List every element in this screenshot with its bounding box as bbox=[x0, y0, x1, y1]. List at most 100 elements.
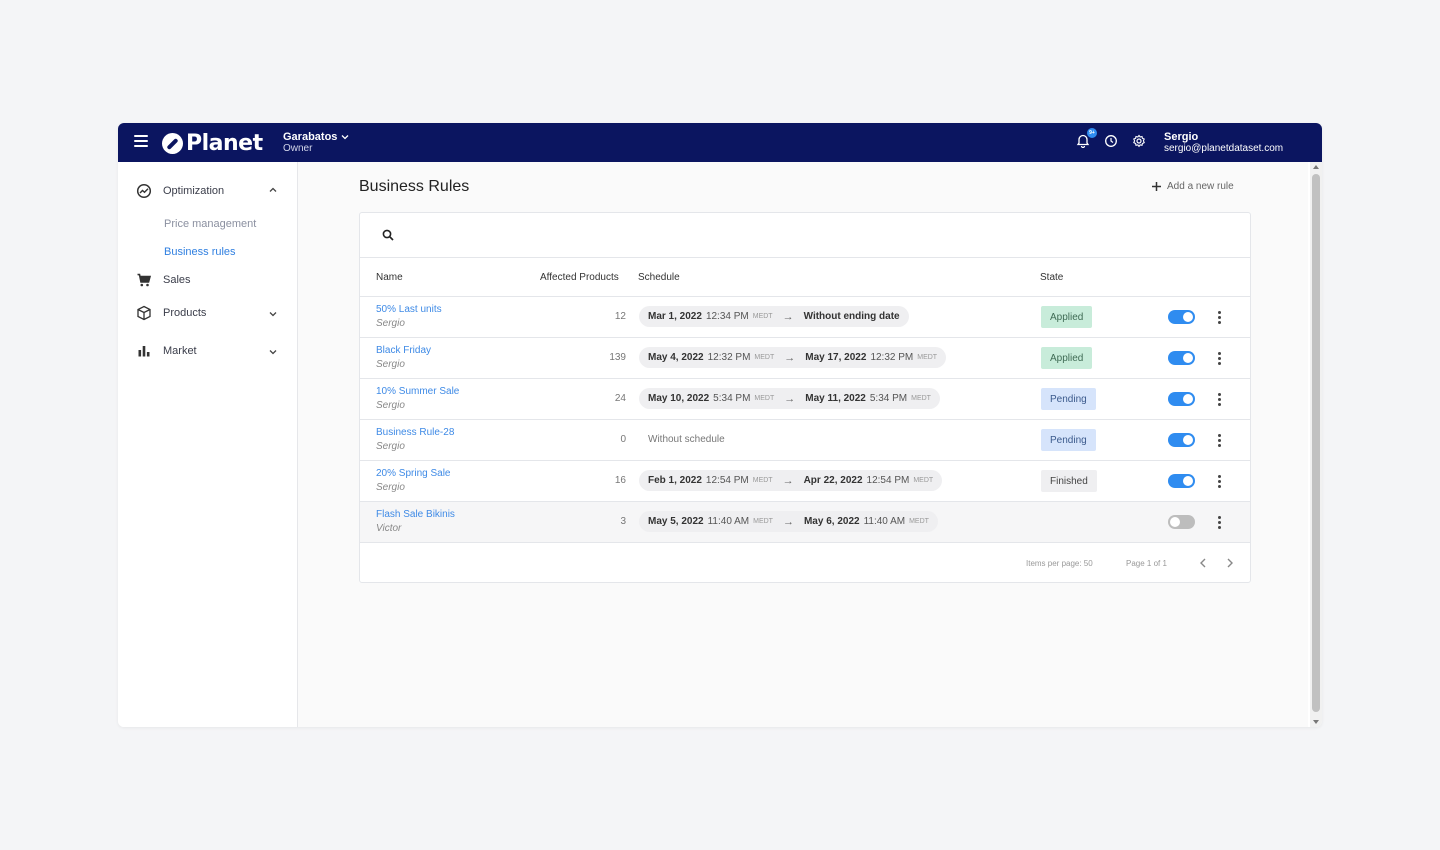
account-role: Owner bbox=[283, 143, 313, 154]
items-per-page[interactable]: Items per page: 50 bbox=[1026, 559, 1093, 568]
end-timezone: MEDT bbox=[917, 354, 938, 361]
hamburger-menu-icon[interactable] bbox=[134, 135, 148, 149]
end-time: 12:32 PM bbox=[870, 352, 914, 363]
rule-owner: Sergio bbox=[376, 482, 405, 493]
column-header-state[interactable]: State bbox=[1040, 272, 1063, 283]
cube-icon bbox=[136, 305, 152, 321]
end-date: May 6, 2022 bbox=[803, 516, 860, 527]
no-schedule-text: Without schedule bbox=[648, 434, 725, 445]
sidebar-item-label: Market bbox=[163, 345, 197, 357]
arrow-right-icon: → bbox=[784, 392, 796, 405]
pagination: Items per page: 50 Page 1 of 1 bbox=[360, 543, 1250, 583]
start-time: 12:54 PM bbox=[705, 475, 749, 486]
table-row[interactable]: 20% Spring Sale Sergio 16 Feb 1, 2022 12:54 … bbox=[360, 461, 1250, 502]
more-options-icon[interactable] bbox=[1216, 433, 1222, 448]
rule-name-link[interactable]: 10% Summer Sale bbox=[376, 386, 459, 397]
start-timezone: MEDT bbox=[754, 395, 775, 402]
schedule-chip: Mar 1, 2022 12:34 PM MEDT → Without ending d… bbox=[639, 306, 909, 327]
table-row[interactable]: Black Friday Sergio 139 May 4, 2022 12:32 PM… bbox=[360, 338, 1250, 379]
affected-products-count: 12 bbox=[614, 311, 626, 322]
rule-owner: Sergio bbox=[376, 359, 405, 370]
more-options-icon[interactable] bbox=[1216, 515, 1222, 530]
start-time: 11:40 AM bbox=[707, 516, 750, 527]
table-header: Name Affected Products Schedule State bbox=[360, 258, 1250, 297]
rule-enabled-toggle[interactable] bbox=[1168, 310, 1195, 324]
sidebar-subitem-business-rules[interactable]: Business rules bbox=[164, 246, 236, 258]
rule-owner: Sergio bbox=[376, 318, 405, 329]
chevron-right-icon[interactable] bbox=[1223, 556, 1237, 570]
sidebar: Optimization Price management Business r… bbox=[118, 162, 298, 727]
rule-name-link[interactable]: Flash Sale Bikinis bbox=[376, 509, 455, 520]
affected-products-count: 24 bbox=[614, 393, 626, 404]
brand-logo[interactable]: Planet bbox=[162, 130, 263, 156]
sidebar-item-market[interactable]: Market bbox=[136, 341, 286, 361]
arrow-right-icon: → bbox=[784, 351, 796, 364]
schedule-chip: Feb 1, 2022 12:54 PM MEDT → Apr 22, 2022 12:5… bbox=[639, 470, 943, 491]
column-header-schedule[interactable]: Schedule bbox=[638, 272, 680, 283]
chevron-left-icon[interactable] bbox=[1196, 556, 1210, 570]
column-header-name[interactable]: Name bbox=[376, 272, 403, 283]
rule-enabled-toggle[interactable] bbox=[1168, 392, 1195, 406]
more-options-icon[interactable] bbox=[1216, 351, 1222, 366]
affected-products-count: 16 bbox=[614, 475, 626, 486]
sidebar-item-label: Optimization bbox=[163, 185, 225, 197]
search-bar bbox=[360, 213, 1250, 258]
sidebar-item-products[interactable]: Products bbox=[136, 303, 286, 323]
planet-logo-icon bbox=[162, 132, 183, 154]
rule-name-link[interactable]: 20% Spring Sale bbox=[376, 468, 451, 479]
more-options-icon[interactable] bbox=[1216, 310, 1222, 325]
chevron-down-icon bbox=[269, 312, 277, 317]
column-header-affected-products[interactable]: Affected Products bbox=[540, 272, 619, 283]
affected-products-count: 139 bbox=[609, 352, 626, 363]
optimization-icon bbox=[136, 183, 152, 199]
cart-icon bbox=[136, 272, 152, 288]
end-date: Without ending date bbox=[803, 311, 900, 322]
end-date: May 17, 2022 bbox=[805, 352, 867, 363]
rule-enabled-toggle[interactable] bbox=[1168, 474, 1195, 488]
user-name: Sergio bbox=[1164, 131, 1199, 143]
bar-chart-icon bbox=[136, 343, 152, 359]
user-email: sergio@planetdataset.com bbox=[1164, 143, 1284, 154]
add-rule-label: Add a new rule bbox=[1167, 181, 1234, 192]
app-window: Planet Garabatos Owner 9+ Sergio sergio@… bbox=[118, 123, 1322, 727]
more-options-icon[interactable] bbox=[1216, 474, 1222, 489]
search-input[interactable] bbox=[404, 223, 1224, 247]
user-menu[interactable]: Sergio sergio@planetdataset.com bbox=[1164, 131, 1283, 154]
add-rule-button[interactable]: Add a new rule bbox=[1151, 181, 1234, 192]
scrollbar[interactable] bbox=[1310, 162, 1322, 727]
clock-icon[interactable] bbox=[1104, 133, 1119, 150]
brand-name: Planet bbox=[186, 130, 263, 156]
end-timezone: MEDT bbox=[911, 395, 931, 402]
table-row[interactable]: 50% Last units Sergio 12 Mar 1, 2022 12:34 P… bbox=[360, 297, 1250, 338]
rule-enabled-toggle[interactable] bbox=[1168, 351, 1195, 365]
arrow-right-icon: → bbox=[782, 310, 794, 323]
arrow-right-icon: → bbox=[782, 515, 794, 528]
rule-name-link[interactable]: 50% Last units bbox=[376, 304, 442, 315]
start-timezone: MEDT bbox=[754, 354, 775, 361]
start-date: May 10, 2022 bbox=[648, 393, 710, 404]
rule-enabled-toggle[interactable] bbox=[1168, 433, 1195, 447]
gear-icon[interactable] bbox=[1132, 133, 1147, 150]
table-row[interactable]: Flash Sale Bikinis Victor 3 May 5, 2022 11:4… bbox=[360, 502, 1250, 543]
schedule-chip: May 4, 2022 12:32 PM MEDT → May 17, 2022 12:3… bbox=[639, 347, 947, 368]
top-bar: Planet Garabatos Owner 9+ Sergio sergio@… bbox=[118, 123, 1322, 162]
scroll-up-arrow-icon[interactable] bbox=[1313, 165, 1319, 169]
end-time: 11:40 AM bbox=[863, 516, 906, 527]
rule-owner: Sergio bbox=[376, 400, 405, 411]
sidebar-subitem-price-management[interactable]: Price management bbox=[164, 218, 256, 230]
table-row[interactable]: Business Rule-28 Sergio 0 Without schedule P… bbox=[360, 420, 1250, 461]
end-timezone: MEDT bbox=[909, 518, 929, 525]
rule-name-link[interactable]: Black Friday bbox=[376, 345, 431, 356]
rule-enabled-toggle[interactable] bbox=[1168, 515, 1195, 529]
more-options-icon[interactable] bbox=[1216, 392, 1222, 407]
scroll-down-arrow-icon[interactable] bbox=[1313, 720, 1319, 724]
table-row[interactable]: 10% Summer Sale Sergio 24 May 10, 2022 5:34 … bbox=[360, 379, 1250, 420]
scrollbar-thumb[interactable] bbox=[1312, 174, 1320, 712]
account-switcher[interactable]: Garabatos Owner bbox=[283, 131, 349, 154]
sidebar-item-sales[interactable]: Sales bbox=[136, 270, 286, 290]
chevron-up-icon bbox=[269, 187, 277, 192]
schedule-chip: May 10, 2022 5:34 PM MEDT → May 11, 2022 5:34… bbox=[639, 388, 940, 409]
sidebar-item-optimization[interactable]: Optimization bbox=[136, 181, 286, 201]
rule-name-link[interactable]: Business Rule-28 bbox=[376, 427, 454, 438]
bell-icon[interactable]: 9+ bbox=[1076, 128, 1097, 150]
